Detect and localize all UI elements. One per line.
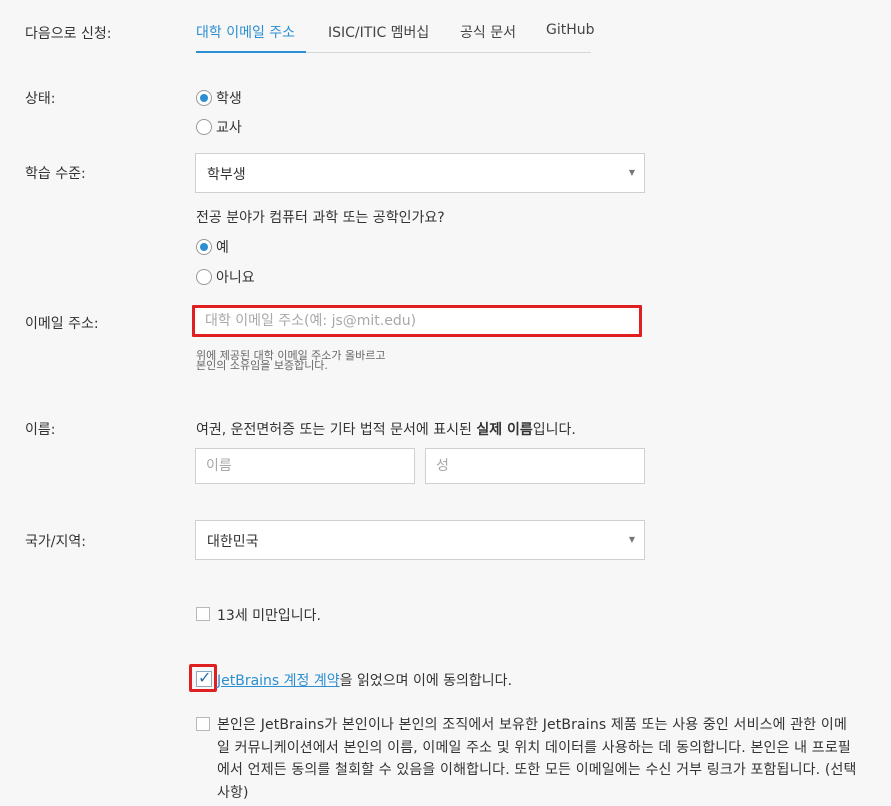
country-select[interactable]: 대한민국 ▼ xyxy=(195,520,645,560)
status-label: 상태: xyxy=(25,91,56,107)
country-value: 대한민국 xyxy=(207,534,259,550)
tab-isic-itic[interactable]: ISIC/ITIC 멤버십 xyxy=(328,22,429,42)
email-label: 이메일 주소: xyxy=(25,316,99,332)
name-note: 여권, 운전면허증 또는 기타 법적 문서에 표시된 실제 이름입니다. xyxy=(196,419,576,439)
marketing-consent-text: 본인은 JetBrains가 본인이나 본인의 조직에서 보유한 JetBrai… xyxy=(217,717,857,801)
radio-no[interactable] xyxy=(196,269,212,285)
tab-official-document[interactable]: 공식 문서 xyxy=(460,22,516,42)
name-note-bold: 실제 이름 xyxy=(476,422,533,438)
radio-teacher-label: 교사 xyxy=(216,120,242,136)
under13-checkbox[interactable] xyxy=(196,607,210,621)
status-option-student[interactable]: 학생 xyxy=(196,88,242,108)
agreement-checkbox[interactable]: ✓ xyxy=(196,668,212,687)
apply-method-tabs: 대학 이메일 주소 ISIC/ITIC 멤버십 공식 문서 GitHub xyxy=(196,22,595,53)
checkmark-icon: ✓ xyxy=(198,668,212,687)
radio-teacher[interactable] xyxy=(196,119,212,135)
study-level-select[interactable]: 학부생 ▼ xyxy=(195,153,645,193)
name-label: 이름: xyxy=(25,422,56,438)
country-label: 국가/지역: xyxy=(25,534,86,550)
agreement-label-text: 을 읽었으며 이에 동의합니다. xyxy=(339,673,513,689)
status-option-teacher[interactable]: 교사 xyxy=(196,117,242,137)
radio-student-label: 학생 xyxy=(216,91,242,107)
radio-no-label: 아니요 xyxy=(216,270,255,286)
email-hint: 위에 제공된 대학 이메일 주소가 올바르고 본인의 소유임을 보증합니다. xyxy=(196,348,386,374)
active-tab-indicator xyxy=(196,51,306,53)
caret-down-icon: ▼ xyxy=(628,535,635,544)
study-level-label: 학습 수준: xyxy=(25,166,86,182)
name-note-end: 입니다. xyxy=(532,422,576,438)
last-name-input[interactable] xyxy=(425,448,645,484)
cs-major-option-yes[interactable]: 예 xyxy=(196,237,229,257)
tab-university-email[interactable]: 대학 이메일 주소 xyxy=(196,22,295,42)
cs-major-question: 전공 분야가 컴퓨터 과학 또는 공학인가요? xyxy=(196,210,445,226)
study-level-value: 학부생 xyxy=(207,167,246,183)
under13-label: 13세 미만입니다. xyxy=(217,608,321,624)
radio-yes[interactable] xyxy=(196,239,212,255)
caret-down-icon: ▼ xyxy=(628,168,635,177)
email-input[interactable] xyxy=(192,305,642,337)
radio-yes-label: 예 xyxy=(216,240,229,256)
account-agreement-link[interactable]: JetBrains 계정 계약 xyxy=(217,673,340,689)
first-name-input[interactable] xyxy=(195,448,415,484)
name-note-text: 여권, 운전면허증 또는 기타 법적 문서에 표시된 xyxy=(196,422,477,438)
marketing-consent-checkbox[interactable] xyxy=(196,717,210,731)
agreement-label: JetBrains 계정 계약을 읽었으며 이에 동의합니다. xyxy=(217,670,512,690)
apply-with-label: 다음으로 신청: xyxy=(25,26,112,42)
cs-major-option-no[interactable]: 아니요 xyxy=(196,267,255,287)
tab-github[interactable]: GitHub xyxy=(546,22,595,38)
radio-student[interactable] xyxy=(196,90,212,106)
